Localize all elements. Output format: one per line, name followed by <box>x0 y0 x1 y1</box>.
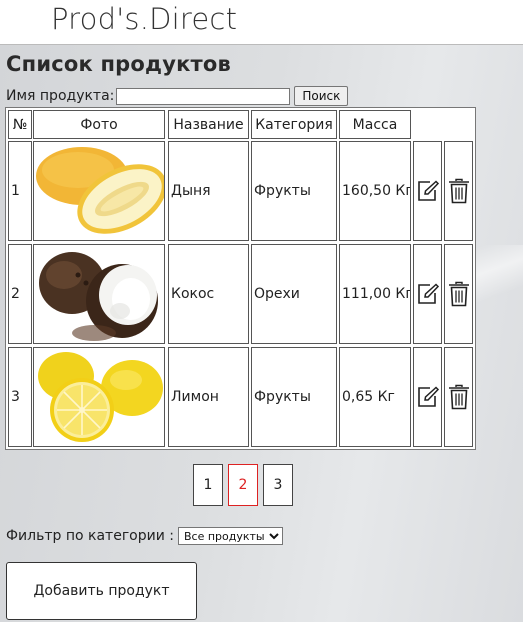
row-1-mass: 160,50 Кг <box>339 141 411 241</box>
row-1-edit-button[interactable] <box>413 141 442 241</box>
page-title: Список продуктов <box>6 52 232 76</box>
trash-icon <box>448 384 469 410</box>
category-filter-select[interactable]: Все продукты <box>178 527 283 545</box>
row-2-edit-button[interactable] <box>413 244 442 344</box>
row-2-photo-cell <box>33 244 165 344</box>
edit-icon <box>417 386 439 407</box>
row-3-delete-button[interactable] <box>444 347 473 447</box>
edit-icon <box>417 283 439 304</box>
brand-logo[interactable]: Prod's.Direct <box>51 2 237 36</box>
search-input[interactable] <box>116 87 291 105</box>
row-1-number: 1 <box>8 141 32 241</box>
row-3-category: Фрукты <box>251 347 337 447</box>
row-3-number: 3 <box>8 347 32 447</box>
filter-row: Фильтр по категории : Все продукты <box>6 527 283 545</box>
row-1-name: Дыня <box>168 141 249 241</box>
trash-icon <box>448 178 469 204</box>
page-1-button[interactable]: 1 <box>193 464 223 506</box>
row-2-name: Кокос <box>168 244 249 344</box>
column-header-name: Название <box>168 110 249 139</box>
row-1-delete-button[interactable] <box>444 141 473 241</box>
row-2-number: 2 <box>8 244 32 344</box>
page-2-button[interactable]: 2 <box>228 464 258 506</box>
row-3-photo-cell <box>33 347 165 447</box>
row-2-delete-button[interactable] <box>444 244 473 344</box>
coconut-photo <box>39 252 158 341</box>
row-1-category: Фрукты <box>251 141 337 241</box>
search-label: Имя продукта: <box>6 88 115 104</box>
page-3-button[interactable]: 3 <box>263 464 293 506</box>
column-header-number: № <box>8 110 32 139</box>
products-table: № Фото Название Категория Масса 1 Дыня Ф… <box>5 107 476 450</box>
trash-icon <box>448 281 469 307</box>
row-3-edit-button[interactable] <box>413 347 442 447</box>
row-3-mass: 0,65 Кг <box>339 347 411 447</box>
search-row: Имя продукта: Поиск <box>6 86 349 106</box>
column-header-mass: Масса <box>339 110 411 139</box>
filter-label: Фильтр по категории : <box>6 528 174 544</box>
row-2-category: Орехи <box>251 244 337 344</box>
lemon-photo <box>38 352 163 442</box>
column-header-category: Категория <box>251 110 337 139</box>
row-2-mass: 111,00 Кг <box>339 244 411 344</box>
row-3-name: Лимон <box>168 347 249 447</box>
search-button[interactable]: Поиск <box>294 86 349 106</box>
melon-photo <box>36 147 164 234</box>
row-1-photo-cell <box>33 141 165 241</box>
header-bar: Prod's.Direct <box>0 0 523 45</box>
column-header-photo: Фото <box>33 110 165 139</box>
edit-icon <box>417 180 439 201</box>
add-product-button[interactable]: Добавить продукт <box>6 562 197 620</box>
